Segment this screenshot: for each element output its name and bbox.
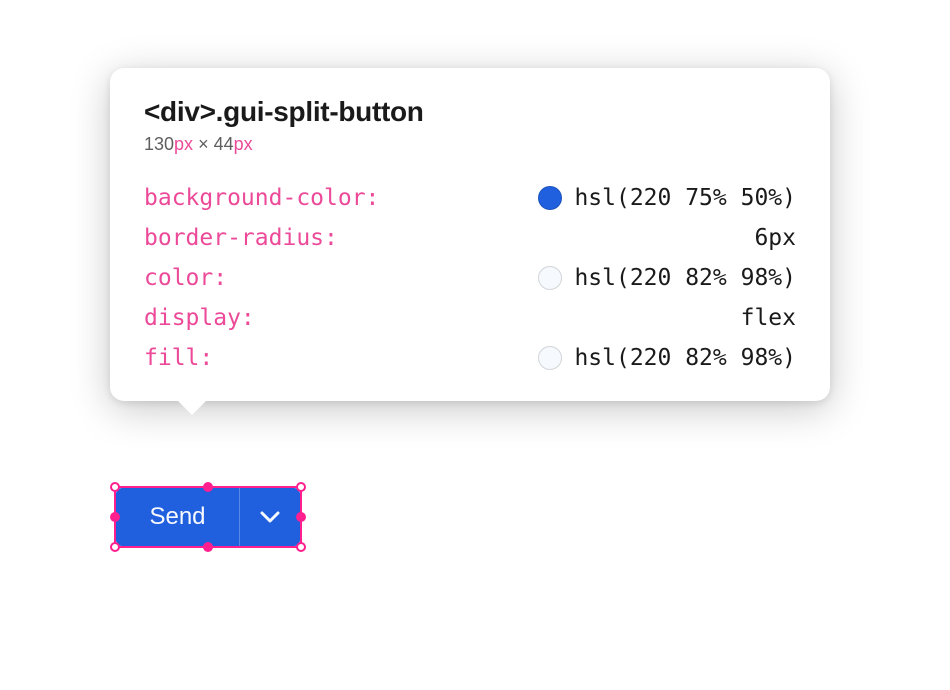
gui-split-button[interactable]: Send bbox=[116, 488, 300, 546]
inspector-properties-list: background-color: hsl(220 75% 50%) border-… bbox=[144, 185, 796, 371]
color-swatch-icon bbox=[538, 346, 562, 370]
property-name: border-radius: bbox=[144, 225, 338, 251]
property-value: hsl(220 82% 98%) bbox=[538, 265, 796, 291]
property-name: color: bbox=[144, 265, 227, 291]
property-row: color: hsl(220 82% 98%) bbox=[144, 265, 796, 291]
height-unit: px bbox=[234, 134, 253, 154]
inspected-element-region: Send bbox=[116, 488, 300, 546]
property-name: background-color: bbox=[144, 185, 379, 211]
color-swatch-icon bbox=[538, 266, 562, 290]
property-value: flex bbox=[741, 305, 796, 331]
property-value-text: 6px bbox=[754, 225, 796, 251]
property-value: hsl(220 75% 50%) bbox=[538, 185, 796, 211]
inspector-tooltip: <div>.gui-split-button 130px × 44px back… bbox=[110, 68, 830, 401]
send-button-label: Send bbox=[149, 503, 205, 531]
height-value: 44 bbox=[214, 134, 234, 154]
inspector-element-selector: <div>.gui-split-button bbox=[144, 96, 796, 128]
element-class: .gui-split-button bbox=[216, 96, 424, 127]
property-value-text: hsl(220 82% 98%) bbox=[574, 345, 796, 371]
dropdown-toggle-button[interactable] bbox=[240, 488, 300, 546]
element-tag: <div> bbox=[144, 96, 216, 127]
property-row: fill: hsl(220 82% 98%) bbox=[144, 345, 796, 371]
property-value-text: hsl(220 75% 50%) bbox=[574, 185, 796, 211]
inspector-dimensions: 130px × 44px bbox=[144, 134, 796, 155]
chevron-down-icon bbox=[260, 511, 280, 523]
color-swatch-icon bbox=[538, 186, 562, 210]
property-name: display: bbox=[144, 305, 255, 331]
property-value-text: flex bbox=[741, 305, 796, 331]
property-value: 6px bbox=[754, 225, 796, 251]
property-value: hsl(220 82% 98%) bbox=[538, 345, 796, 371]
width-value: 130 bbox=[144, 134, 174, 154]
property-row: background-color: hsl(220 75% 50%) bbox=[144, 185, 796, 211]
dimension-separator: × bbox=[193, 134, 214, 154]
property-name: fill: bbox=[144, 345, 213, 371]
send-button[interactable]: Send bbox=[116, 488, 240, 546]
property-row: border-radius: 6px bbox=[144, 225, 796, 251]
width-unit: px bbox=[174, 134, 193, 154]
property-value-text: hsl(220 82% 98%) bbox=[574, 265, 796, 291]
property-row: display: flex bbox=[144, 305, 796, 331]
